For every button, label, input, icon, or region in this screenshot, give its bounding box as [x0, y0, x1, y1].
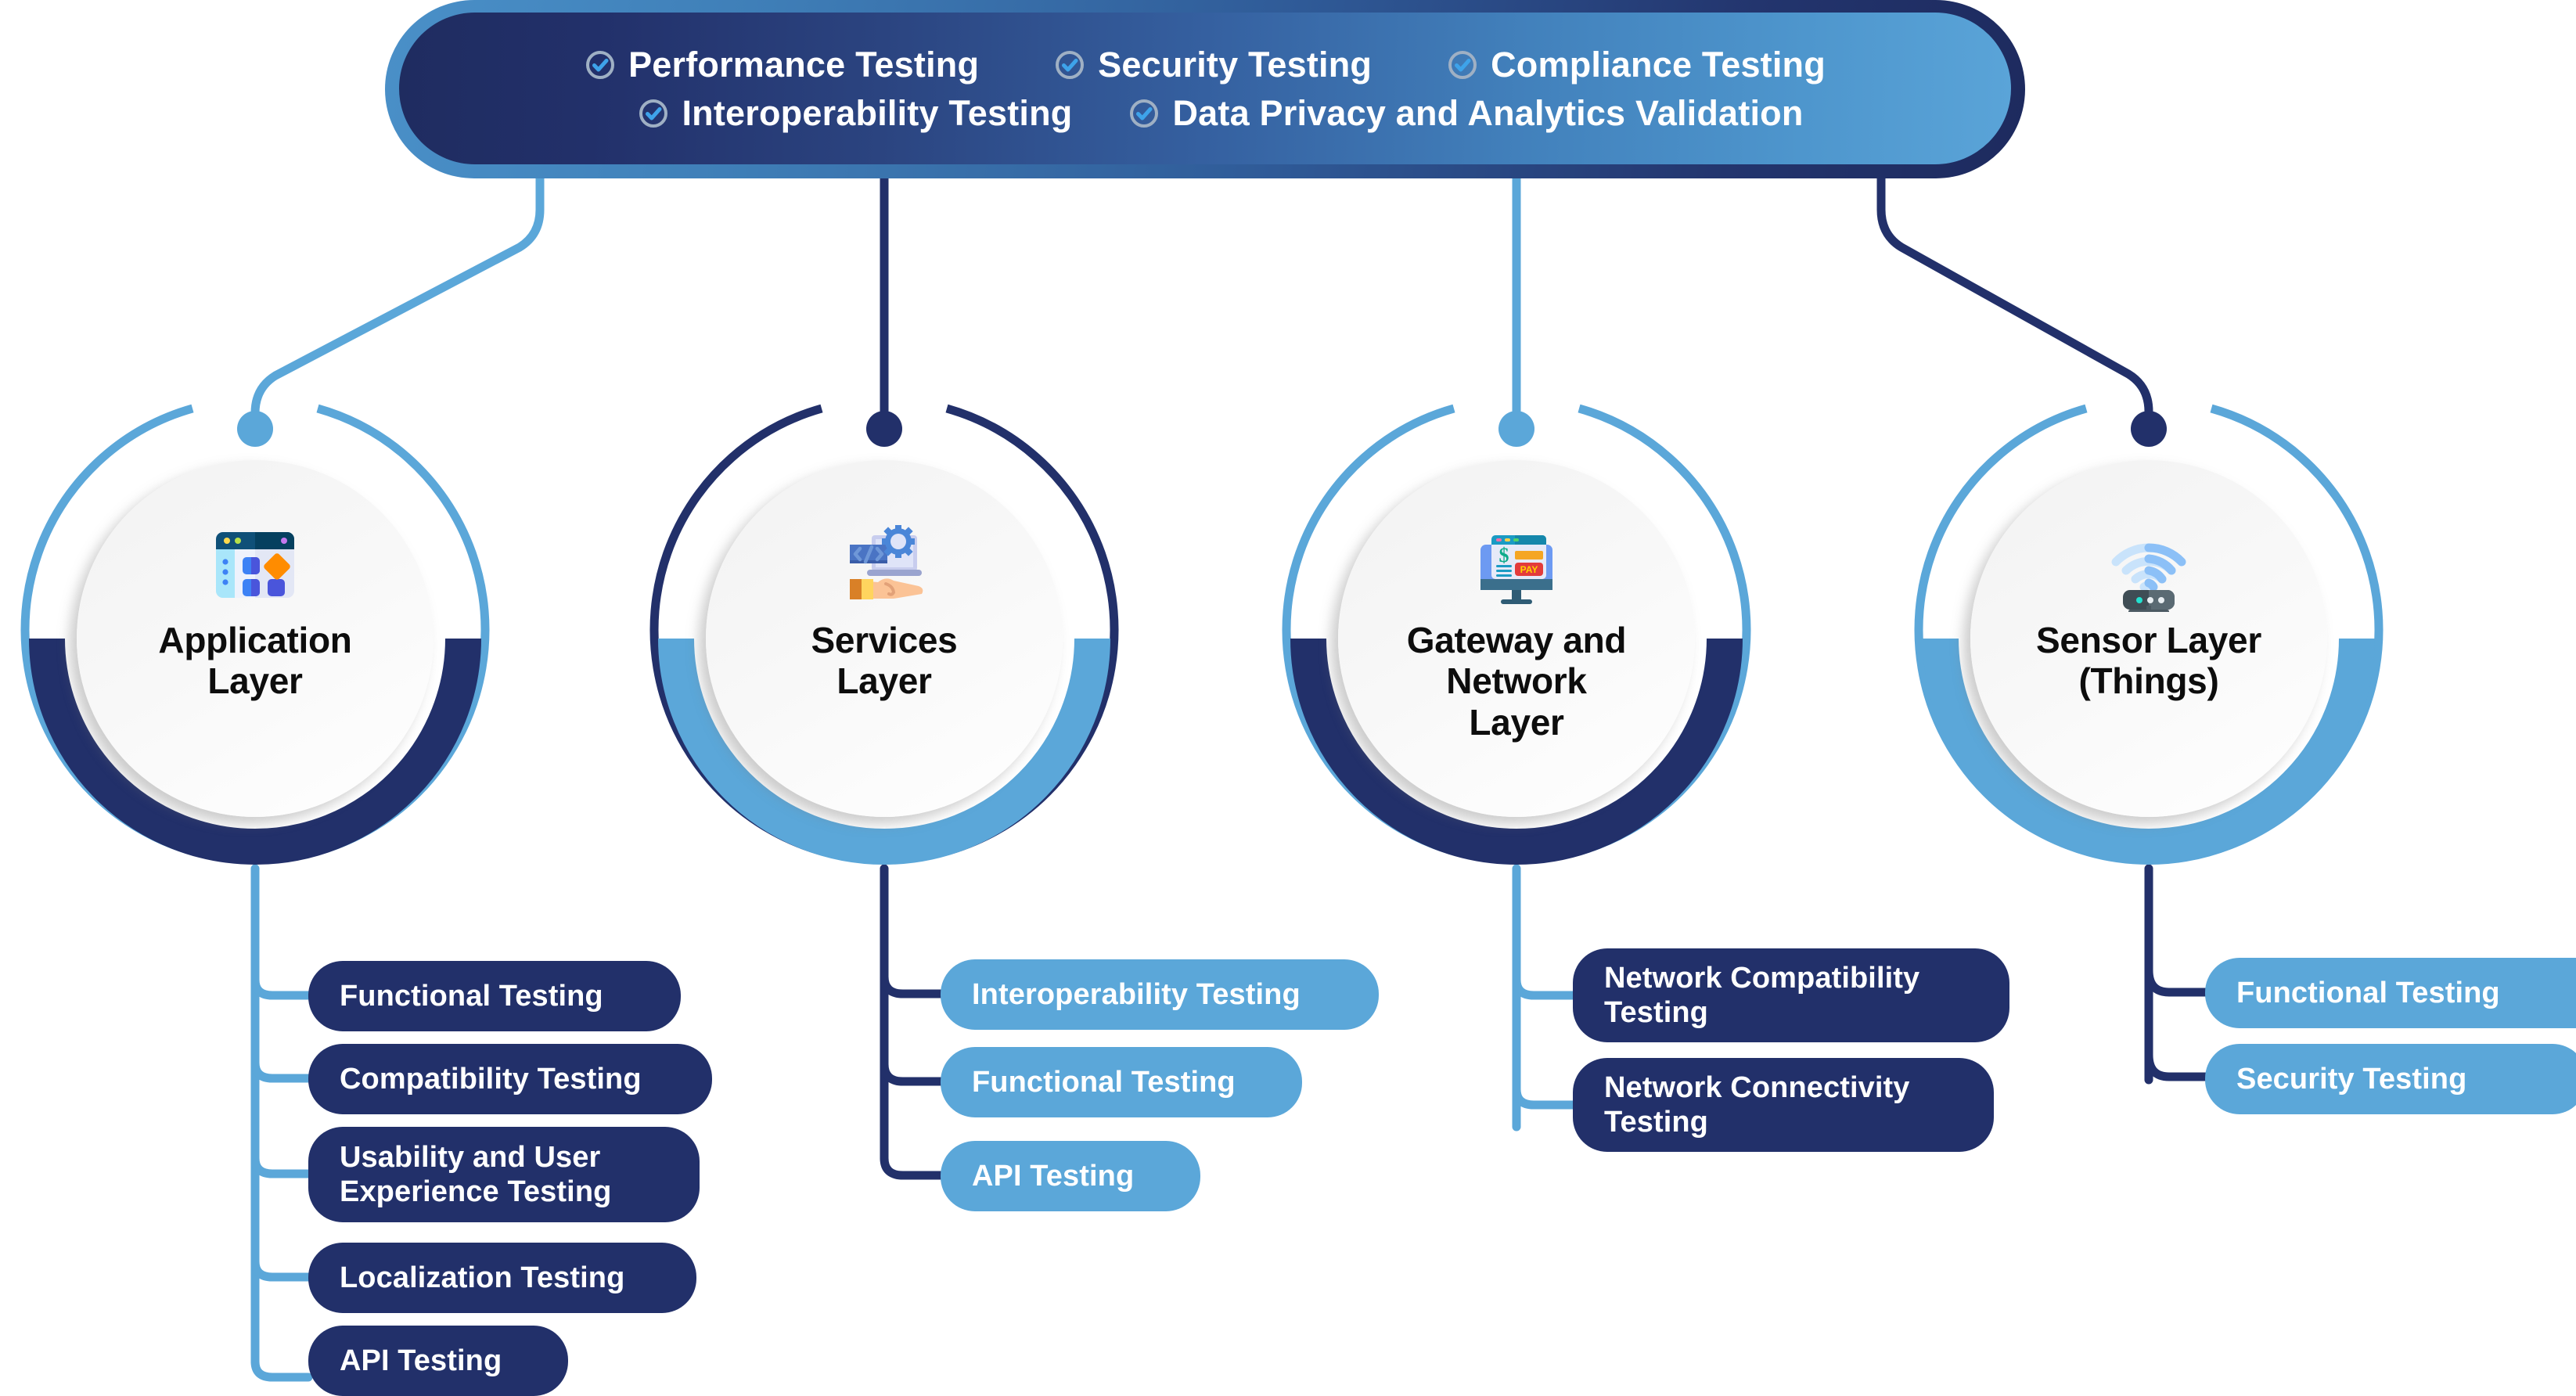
node3-elbow-2: [1512, 1053, 1578, 1110]
iot-testing-layers-diagram: Performance Testing Security Testing Com…: [0, 0, 2576, 1396]
pill-label: Interoperability Testing: [972, 977, 1301, 1011]
check-circle-icon: [586, 51, 615, 79]
pill-label: Security Testing: [2236, 1062, 2467, 1096]
node-sensor-layer[interactable]: Sensor Layer (Things): [1898, 388, 2399, 889]
node1-elbow-3: [250, 1122, 313, 1178]
pill-label: Functional Testing: [340, 979, 603, 1013]
check-circle-icon: [1056, 51, 1085, 79]
wifi-router-icon: [2111, 543, 2186, 612]
laptop-gear-hand-icon: [850, 525, 923, 599]
banner-item-data-privacy-validation[interactable]: Data Privacy and Analytics Validation: [1128, 93, 1803, 134]
pill-localization-testing-app[interactable]: Localization Testing: [308, 1243, 696, 1313]
node1-elbow-2: [250, 1027, 313, 1083]
node-title: Services Layer: [811, 620, 958, 702]
pill-api-testing-svc[interactable]: API Testing: [941, 1141, 1200, 1211]
pill-label: Network Compatibility Testing: [1604, 961, 1920, 1029]
node1-elbow-4: [250, 1225, 313, 1282]
banner-item-compliance-testing[interactable]: Compliance Testing: [1447, 45, 1826, 85]
pill-label: API Testing: [972, 1159, 1135, 1193]
banner-item-label: Interoperability Testing: [682, 93, 1073, 133]
banner-item-label: Data Privacy and Analytics Validation: [1172, 93, 1804, 133]
pill-functional-testing-sensor[interactable]: Functional Testing: [2205, 958, 2576, 1028]
node-title: Sensor Layer (Things): [2036, 620, 2261, 702]
pill-label: Compatibility Testing: [340, 1062, 642, 1096]
pill-interoperability-testing-svc[interactable]: Interoperability Testing: [941, 959, 1379, 1030]
banner-content: Performance Testing Security Testing Com…: [399, 13, 2011, 164]
application-window-icon: [216, 532, 294, 598]
node4-elbow-1: [2144, 944, 2210, 997]
pill-label: Localization Testing: [340, 1261, 625, 1294]
pill-network-compatibility-testing[interactable]: Network Compatibility Testing: [1573, 948, 2009, 1042]
banner-item-interoperability-testing[interactable]: Interoperability Testing: [638, 93, 1072, 134]
node1-elbow-5: [250, 1326, 313, 1382]
node-disc: Services Layer: [706, 460, 1063, 817]
node2-elbow-1: [880, 941, 945, 998]
testing-types-banner: Performance Testing Security Testing Com…: [385, 0, 2025, 178]
pill-label: Functional Testing: [2236, 976, 2500, 1009]
node-connector-dot: [1498, 411, 1534, 447]
pill-compatibility-testing-app[interactable]: Compatibility Testing: [308, 1044, 712, 1114]
node-disc: Application Layer: [77, 460, 434, 817]
node-disc: $ PAY Gateway and Network Layer: [1338, 460, 1695, 817]
node-gateway-network-layer[interactable]: $ PAY Gateway and Network Layer: [1266, 388, 1767, 889]
node-services-layer[interactable]: Services Layer: [634, 388, 1135, 889]
check-circle-icon: [1130, 99, 1159, 128]
pill-network-connectivity-testing[interactable]: Network Connectivity Testing: [1573, 1058, 1994, 1152]
banner-item-performance-testing[interactable]: Performance Testing: [585, 45, 979, 85]
pill-security-testing-sensor[interactable]: Security Testing: [2205, 1044, 2576, 1114]
node2-elbow-3: [880, 1122, 945, 1180]
banner-item-label: Compliance Testing: [1491, 45, 1826, 85]
svg-text:PAY: PAY: [1520, 564, 1538, 575]
banner-row-1: Performance Testing Security Testing Com…: [585, 45, 1826, 85]
node-application-layer[interactable]: Application Layer: [5, 388, 505, 889]
node-connector-dot: [866, 411, 902, 447]
banner-row-2: Interoperability Testing Data Privacy an…: [606, 93, 1803, 134]
node4-elbow-2: [2144, 1027, 2210, 1081]
node-connector-dot: [237, 411, 273, 447]
pill-label: API Testing: [340, 1344, 502, 1377]
pill-usability-ux-testing-app[interactable]: Usability and User Experience Testing: [308, 1127, 700, 1222]
banner-item-label: Security Testing: [1098, 45, 1373, 85]
pill-label: Usability and User Experience Testing: [340, 1140, 612, 1208]
node1-elbow-1: [250, 944, 313, 1000]
node3-elbow-1: [1512, 944, 1578, 1000]
pill-label: Network Connectivity Testing: [1604, 1070, 1910, 1139]
banner-item-security-testing[interactable]: Security Testing: [1054, 45, 1372, 85]
node2-elbow-2: [880, 1028, 945, 1086]
check-circle-icon: [1448, 51, 1477, 79]
node-title: Gateway and Network Layer: [1406, 620, 1627, 743]
pill-functional-testing-app[interactable]: Functional Testing: [308, 961, 681, 1031]
banner-item-label: Performance Testing: [628, 45, 980, 85]
node-connector-dot: [2131, 411, 2167, 447]
svg-text:$: $: [1499, 544, 1509, 567]
pill-api-testing-app[interactable]: API Testing: [308, 1326, 568, 1396]
node-title: Application Layer: [158, 620, 352, 702]
pill-label: Functional Testing: [972, 1065, 1236, 1099]
check-circle-icon: [639, 99, 668, 128]
payment-monitor-icon: $ PAY: [1480, 535, 1552, 604]
node-disc: Sensor Layer (Things): [1970, 460, 2327, 817]
pill-functional-testing-svc[interactable]: Functional Testing: [941, 1047, 1302, 1117]
